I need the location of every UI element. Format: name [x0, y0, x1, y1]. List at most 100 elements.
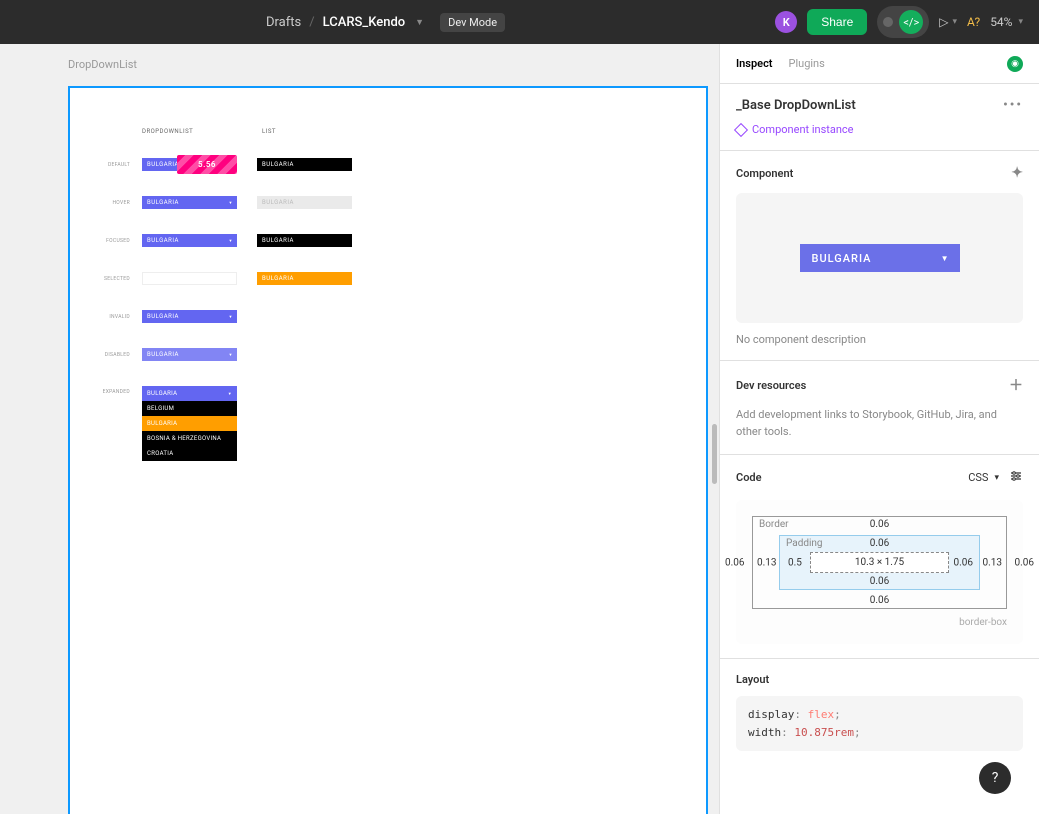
list-item[interactable]: Bosnia & Herzegovina: [142, 431, 237, 446]
diamond-icon: [734, 122, 748, 136]
state-row-default: Default Bulgaria ▼ 5.56 Bulgaria: [100, 158, 352, 171]
section-title: Dev resources: [736, 379, 806, 392]
dropdown-hover[interactable]: Bulgaria ▼: [142, 196, 237, 209]
tab-plugins[interactable]: Plugins: [789, 57, 825, 70]
layout-section: Layout display: flex; width: 10.875rem;: [720, 659, 1039, 765]
state-row-focused: Focused Bulgaria ▼ Bulgaria: [100, 234, 352, 247]
dropdown-invalid[interactable]: Bulgaria ▼: [142, 310, 237, 323]
box-model-padding: Padding 0.06 0.06 0.5 0.06 10.3 × 1.75: [779, 535, 980, 590]
border-top: 0.06: [870, 519, 890, 530]
preview-dropdown: BULGARIA ▼: [800, 244, 960, 272]
list-item-text: Bulgaria: [147, 420, 177, 427]
tab-inspect[interactable]: Inspect: [736, 57, 773, 70]
settings-icon[interactable]: [1009, 469, 1023, 486]
list-item[interactable]: Croatia: [142, 446, 237, 461]
section-title: Code: [736, 471, 762, 484]
box-model-diagram[interactable]: Border 0.06 0.06 0.13 0.13 0.06 0.06 Pad…: [736, 500, 1023, 644]
component-name-row: _Base DropDownList •••: [736, 98, 1023, 113]
no-description-text: No component description: [736, 333, 1023, 346]
zoom-control[interactable]: 54% ▾: [990, 15, 1023, 29]
dropdown-disabled[interactable]: Bulgaria ▼: [142, 348, 237, 361]
component-variants-icon[interactable]: ✦: [1011, 165, 1023, 181]
component-instance-link[interactable]: Component instance: [736, 123, 1023, 136]
dev-mode-toggle[interactable]: </>: [877, 6, 929, 38]
list-text: Bulgaria: [262, 275, 294, 282]
section-header: Dev resources ＋: [736, 375, 1023, 395]
present-button[interactable]: ▷ ▾: [939, 15, 957, 29]
measurement-value: 5.56: [198, 160, 216, 169]
dropdown-focused[interactable]: Bulgaria ▼: [142, 234, 237, 247]
add-icon[interactable]: ＋: [1009, 375, 1023, 395]
list-focused[interactable]: Bulgaria: [257, 234, 352, 247]
list-item[interactable]: Belgium: [142, 401, 237, 416]
chevron-down-icon: ▼: [229, 238, 233, 243]
state-label: Default: [100, 162, 130, 168]
inspect-panel: Inspect Plugins ◉ _Base DropDownList •••…: [719, 44, 1039, 814]
dropdown-expanded[interactable]: Bulgaria ▼ Belgium Bulgaria Bosnia & Her…: [142, 386, 237, 461]
padding-bottom: 0.06: [870, 576, 890, 587]
css-prop: display: [748, 708, 794, 721]
zoom-value: 54%: [990, 15, 1012, 29]
state-label: Invalid: [100, 314, 130, 320]
border-left: 0.13: [757, 557, 777, 568]
state-row-hover: Hover Bulgaria ▼ Bulgaria: [100, 196, 352, 209]
play-icon: ▷: [939, 15, 948, 29]
dropdown-text: Bulgaria: [147, 351, 179, 358]
dropdown-text: Bulgaria: [147, 161, 179, 168]
devmode-badge[interactable]: Dev Mode: [440, 13, 505, 32]
dropdown-expanded-header[interactable]: Bulgaria ▼: [142, 386, 237, 401]
list-text: Bulgaria: [262, 237, 294, 244]
border-label: Border: [759, 519, 789, 530]
component-preview: BULGARIA ▼: [736, 193, 1023, 323]
code-language-select[interactable]: CSS ▾: [968, 471, 999, 484]
state-row-invalid: Invalid Bulgaria ▼: [100, 310, 237, 323]
border-right: 0.13: [983, 557, 1003, 568]
list-hover[interactable]: Bulgaria: [257, 196, 352, 209]
state-row-disabled: Disabled Bulgaria ▼: [100, 348, 237, 361]
ready-for-dev-icon[interactable]: ◉: [1007, 56, 1023, 72]
breadcrumb-file[interactable]: LCARS_Kendo: [323, 15, 406, 30]
app-header: Drafts / LCARS_Kendo ▼ Dev Mode K Share …: [0, 0, 1039, 44]
breadcrumb-drafts[interactable]: Drafts: [266, 15, 301, 30]
padding-left: 0.5: [788, 557, 802, 568]
dropdown-text: Bulgaria: [147, 199, 179, 206]
canvas[interactable]: DropDownList DropDownList List Default B…: [0, 44, 719, 814]
missing-font-icon[interactable]: A?: [967, 15, 980, 29]
panel-tabs: Inspect Plugins ◉: [720, 44, 1039, 84]
code-line: width: 10.875rem;: [748, 724, 1011, 742]
code-header: Code CSS ▾: [736, 469, 1023, 486]
css-prop: width: [748, 726, 781, 739]
breadcrumb-separator: /: [309, 15, 314, 30]
layout-code-block[interactable]: display: flex; width: 10.875rem;: [736, 696, 1023, 751]
avatar[interactable]: K: [775, 11, 797, 33]
padding-top: 0.06: [870, 538, 890, 549]
chevron-down-icon: ▼: [228, 391, 232, 396]
chevron-down-icon: ▾: [1018, 17, 1023, 27]
state-label: Disabled: [100, 352, 130, 358]
help-button[interactable]: ?: [979, 762, 1011, 794]
artboard-selected[interactable]: DropDownList List Default Bulgaria ▼ 5.5…: [68, 86, 708, 814]
box-model-border: Border 0.06 0.06 0.13 0.13 0.06 0.06 Pad…: [752, 516, 1007, 609]
list-default[interactable]: Bulgaria: [257, 158, 352, 171]
dropdown-text: Bulgaria: [147, 390, 177, 397]
dropdown-selected[interactable]: [142, 272, 237, 285]
frame-label[interactable]: DropDownList: [68, 58, 137, 71]
vertical-scroll-indicator[interactable]: [712, 424, 717, 484]
chevron-down-icon: ▼: [229, 352, 233, 357]
column-headers: DropDownList List: [142, 128, 352, 135]
more-icon[interactable]: •••: [1003, 98, 1023, 113]
share-button[interactable]: Share: [807, 9, 867, 35]
toggle-dot-icon: [883, 17, 893, 27]
chevron-down-icon: ▼: [229, 200, 233, 205]
dropdown-default[interactable]: Bulgaria ▼ 5.56: [142, 158, 237, 171]
list-selected[interactable]: Bulgaria: [257, 272, 352, 285]
list-item[interactable]: Bulgaria: [142, 416, 237, 431]
list-item-text: Bosnia & Herzegovina: [147, 435, 221, 442]
component-section: Component ✦ BULGARIA ▼ No component desc…: [720, 151, 1039, 361]
state-label: Focused: [100, 238, 130, 244]
chevron-down-icon[interactable]: ▼: [415, 17, 424, 28]
instance-link-text: Component instance: [752, 123, 854, 136]
preview-text: BULGARIA: [812, 252, 872, 265]
dropdown-text: Bulgaria: [147, 237, 179, 244]
css-value: 10.875rem: [794, 726, 854, 739]
